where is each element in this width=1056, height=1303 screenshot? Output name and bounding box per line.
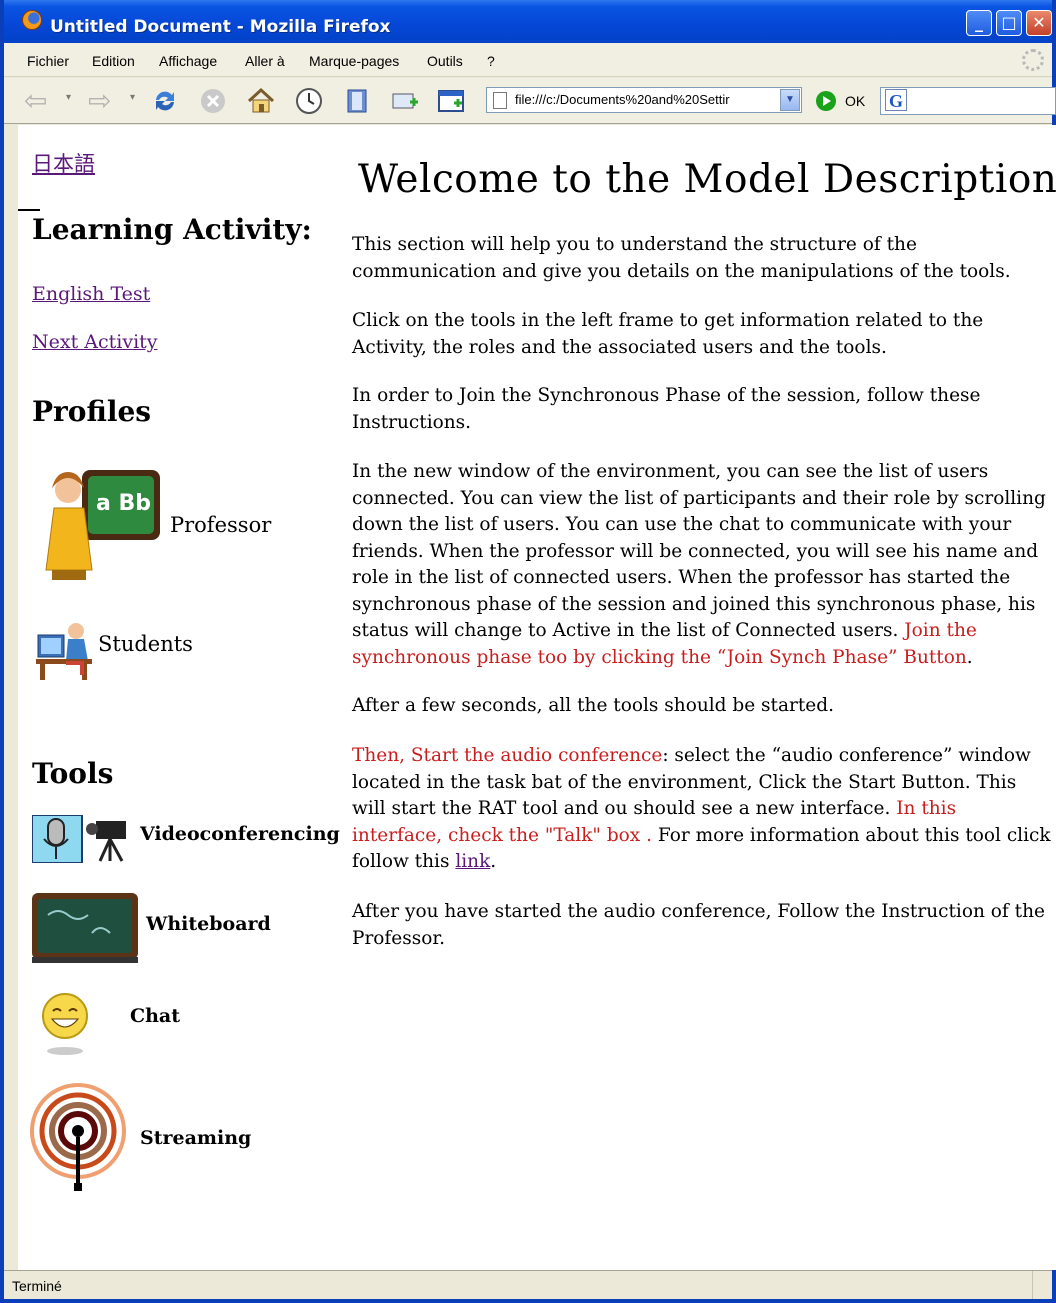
home-icon[interactable] [246,86,276,116]
tools-paragraph: Click on the tools in the left frame to … [352,310,984,358]
japanese-link[interactable]: 日本語 [32,148,95,178]
chat-label: Chat [130,1005,181,1027]
intro-paragraph: This section will help you to understand… [352,234,1011,282]
audio-conference-paragraph: Then, Start the audio conference: select… [352,743,1052,876]
menu-help[interactable]: ? [487,53,495,69]
throbber-icon [1022,49,1044,71]
url-field[interactable]: file:///c:/Documents%20and%20Settir ▼ [486,87,802,113]
back-dropdown-icon[interactable]: ▾ [66,92,71,103]
page-icon [493,92,507,109]
tool-info-link[interactable]: link [455,851,490,872]
whiteboard-icon[interactable] [32,893,138,963]
stop-icon[interactable] [198,86,228,116]
menu-fichier[interactable]: Fichier [27,53,69,69]
join-paragraph: In order to Join the Synchronous Phase o… [352,385,981,433]
reload-icon[interactable] [150,86,180,116]
url-dropdown-button[interactable]: ▼ [780,89,800,111]
environment-period: . [966,646,973,668]
left-frame: 日本語 Learning Activity: English Test Next… [18,125,348,1270]
tools-started-paragraph: After a few seconds, all the tools shoul… [352,695,834,716]
forward-dropdown-icon[interactable]: ▾ [130,92,135,103]
streaming-label: Streaming [140,1127,252,1149]
menu-aller[interactable]: Aller à [245,53,285,69]
profiles-heading: Profiles [32,395,152,428]
back-icon[interactable]: ⇦ [24,87,47,115]
svg-text:a Bb: a Bb [96,491,151,516]
videoconferencing-icon[interactable] [32,815,132,863]
go-icon[interactable] [816,91,836,111]
title-bar: Untitled Document - Mozilla Firefox _ □ … [4,0,1052,43]
english-test-link[interactable]: English Test [32,283,150,305]
bookmarks-icon[interactable] [342,86,372,116]
google-search-icon[interactable]: G [885,89,907,111]
streaming-icon[interactable] [30,1079,130,1191]
menu-affichage[interactable]: Affichage [159,53,217,69]
status-text: Terminé [12,1278,62,1294]
students-icon[interactable] [36,615,94,681]
menu-outils[interactable]: Outils [427,53,463,69]
next-activity-link[interactable]: Next Activity [32,331,158,353]
url-text: file:///c:/Documents%20and%20Settir [515,92,730,107]
students-label: Students [98,632,193,656]
page-content: 日本語 Learning Activity: English Test Next… [18,125,1056,1270]
navigation-toolbar: ⇦ ▾ ⇨ ▾ file:///c:/Documents%20and%20Set… [4,78,1056,124]
learning-activity-heading: Learning Activity: [32,213,312,246]
whiteboard-label: Whiteboard [146,913,271,935]
start-audio-instruction: Then, Start the audio conference [352,745,663,766]
minimize-button[interactable]: _ [966,10,992,36]
page-title: Welcome to the Model Description [358,157,1056,202]
tools-heading: Tools [32,757,114,790]
professor-label: Professor [170,513,272,537]
maximize-button[interactable]: □ [996,10,1022,36]
go-button[interactable]: OK [845,93,865,109]
professor-icon[interactable]: a Bb [42,468,162,586]
status-bar: Terminé [4,1270,1052,1299]
environment-paragraph: In the new window of the environment, yo… [352,459,1052,671]
menu-marque-pages[interactable]: Marque-pages [309,53,399,69]
firefox-icon [22,10,42,30]
close-button[interactable]: ✕ [1026,10,1052,36]
menu-bar: Fichier Edition Affichage Aller à Marque… [4,43,1052,77]
forward-icon[interactable]: ⇨ [88,87,111,115]
resize-grip-icon[interactable] [1032,1271,1052,1299]
professor-instruction-paragraph: After you have started the audio confere… [352,901,1045,949]
history-icon[interactable] [294,86,324,116]
window-title: Untitled Document - Mozilla Firefox [50,17,391,37]
browser-window: Untitled Document - Mozilla Firefox _ □ … [0,0,1056,1303]
search-field[interactable]: G [880,87,1056,115]
chat-icon[interactable] [40,991,90,1057]
videoconferencing-label: Videoconferencing [140,823,340,845]
audio-period: . [490,851,497,872]
new-tab-icon[interactable] [390,86,420,116]
environment-text: In the new window of the environment, yo… [352,461,1046,641]
menu-edition[interactable]: Edition [92,53,135,69]
new-window-icon[interactable] [436,86,466,116]
